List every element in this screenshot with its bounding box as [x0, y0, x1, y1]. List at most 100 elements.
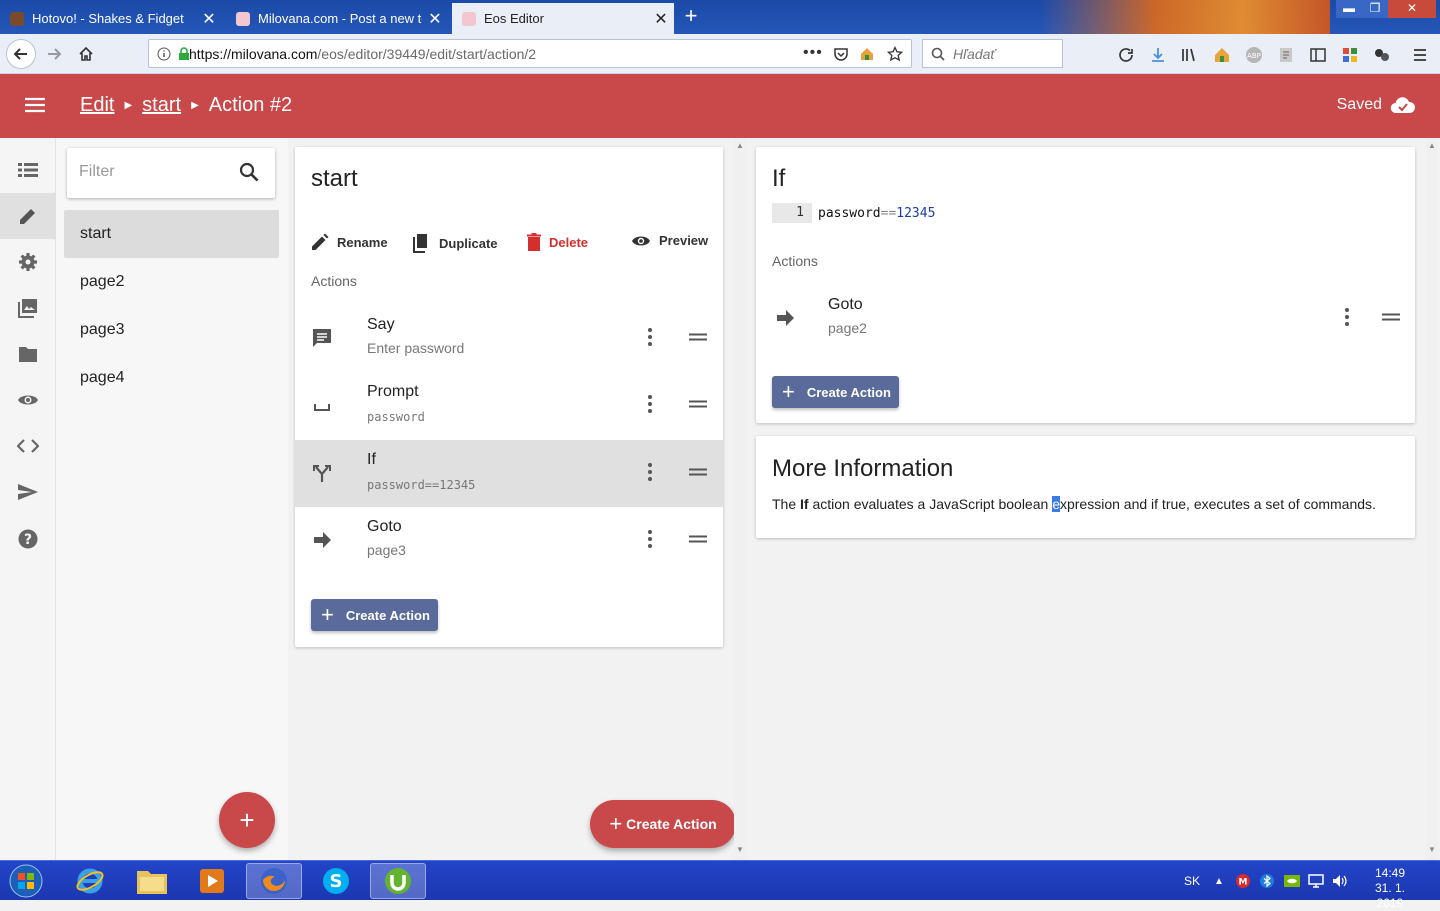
taskbar-file-explorer[interactable] [124, 863, 180, 899]
browser-tab-eos-editor[interactable]: Eos Editor ✕ [452, 3, 674, 34]
rail-settings-button[interactable] [0, 239, 56, 285]
restore-window-button[interactable]: ❐ [1362, 0, 1388, 18]
info-icon[interactable] [157, 47, 171, 61]
rail-pages-button[interactable] [0, 147, 56, 193]
lock-icon[interactable] [178, 47, 190, 61]
search-bar[interactable]: Hľadať [922, 39, 1063, 68]
new-tab-button[interactable]: + [680, 3, 702, 31]
breadcrumb-edit[interactable]: Edit [80, 94, 114, 117]
download-icon[interactable] [1149, 46, 1167, 64]
taskbar-internet-explorer[interactable] [62, 863, 118, 899]
taskbar-media-player[interactable] [184, 863, 240, 899]
page-list-item[interactable]: page3 [64, 306, 279, 354]
reader-icon[interactable] [1277, 46, 1295, 64]
middle-scrollbar[interactable]: ▲ ▼ [734, 138, 746, 860]
condition-code[interactable]: password==12345 [812, 206, 935, 221]
drag-handle-icon[interactable] [689, 333, 707, 341]
create-action-button[interactable]: + Create Action [772, 376, 899, 408]
action-row-say[interactable]: Say Enter password [295, 305, 723, 372]
adblock-icon[interactable]: ABP [1245, 46, 1263, 64]
drag-handle-icon[interactable] [689, 400, 707, 408]
duplicate-button[interactable]: Duplicate [413, 233, 498, 253]
search-icon[interactable] [239, 162, 259, 182]
taskbar-firefox[interactable] [246, 863, 302, 899]
shakes-favicon-icon [10, 11, 24, 26]
nvidia-tray-icon[interactable] [1284, 875, 1300, 887]
rename-button[interactable]: Rename [311, 233, 388, 251]
page-list-item[interactable]: start [64, 210, 279, 258]
page-actions-icon[interactable]: ••• [803, 44, 823, 62]
action-row-prompt[interactable]: Prompt password [295, 372, 723, 439]
action-name: Prompt [367, 383, 419, 400]
breadcrumb-start[interactable]: start [142, 94, 181, 117]
page-list-panel: start page2 page3 page4 [56, 138, 288, 860]
action-row-if[interactable]: If password==12345 [295, 440, 723, 507]
mail-tray-icon[interactable]: M [1236, 874, 1250, 888]
rail-files-button[interactable] [0, 331, 56, 377]
condition-editor[interactable]: 1 password==12345 [772, 203, 935, 223]
more-vert-icon[interactable] [647, 529, 653, 549]
close-window-button[interactable]: ✕ [1388, 0, 1436, 18]
more-vert-icon[interactable] [647, 462, 653, 482]
pencil-icon [20, 209, 35, 224]
action-row-goto[interactable]: Goto page2 [756, 285, 1415, 352]
taskbar-skype[interactable]: S [308, 863, 364, 899]
create-action-button[interactable]: + Create Action [311, 599, 438, 631]
rail-publish-button[interactable] [0, 469, 56, 515]
addon-home-icon[interactable] [859, 46, 875, 62]
language-indicator[interactable]: SK [1184, 861, 1200, 901]
network-tray-icon[interactable] [1308, 874, 1324, 888]
scroll-down-icon[interactable]: ▼ [734, 844, 746, 856]
url-bar[interactable]: https://milovana.com/eos/editor/39449/ed… [148, 39, 912, 68]
close-tab-icon[interactable]: ✕ [422, 9, 448, 29]
preview-button[interactable]: Preview [631, 233, 708, 248]
reload-icon[interactable] [1117, 46, 1135, 64]
home-button[interactable] [72, 40, 100, 68]
right-scrollbar[interactable]: ▲ ▼ [1426, 138, 1438, 860]
more-vert-icon[interactable] [647, 394, 653, 414]
volume-tray-icon[interactable] [1332, 874, 1348, 888]
rail-edit-button[interactable] [0, 193, 56, 239]
library-icon[interactable] [1180, 46, 1198, 64]
rail-code-button[interactable] [0, 423, 56, 469]
browser-tab-shakes[interactable]: Hotovo! - Shakes & Fidget ✕ [0, 3, 222, 34]
sidebar-icon[interactable] [1309, 46, 1327, 64]
bookmark-star-icon[interactable] [887, 46, 903, 62]
start-button[interactable] [4, 863, 48, 899]
taskbar-clock[interactable]: 14:49 31. 1. 2019 [1360, 866, 1420, 911]
browser-tab-milovana[interactable]: Milovana.com - Post a new top ✕ [226, 3, 448, 34]
rail-gallery-button[interactable] [0, 285, 56, 331]
hamburger-menu-icon[interactable] [24, 96, 46, 114]
close-tab-icon[interactable]: ✕ [648, 9, 674, 29]
forward-button[interactable] [40, 40, 68, 68]
drag-handle-icon[interactable] [689, 468, 707, 476]
cloud-done-icon [1390, 97, 1416, 114]
drag-handle-icon[interactable] [1382, 313, 1400, 321]
back-button[interactable] [6, 39, 36, 69]
pocket-icon[interactable] [833, 46, 849, 62]
addon-grid-icon[interactable] [1341, 46, 1359, 64]
menu-icon[interactable] [1411, 46, 1429, 64]
rail-preview-button[interactable] [0, 377, 56, 423]
filter-input[interactable] [79, 163, 229, 181]
taskbar-utorrent[interactable] [370, 863, 426, 899]
scroll-up-icon[interactable]: ▲ [1426, 140, 1438, 152]
rail-help-button[interactable]: ? [0, 516, 56, 562]
drag-handle-icon[interactable] [689, 535, 707, 543]
scroll-down-icon[interactable]: ▼ [1426, 844, 1438, 856]
page-list-item[interactable]: page4 [64, 354, 279, 402]
page-list-item[interactable]: page2 [64, 258, 279, 306]
action-row-goto[interactable]: Goto page3 [295, 507, 723, 574]
addon-extension-icon[interactable] [1373, 46, 1391, 64]
delete-button[interactable]: Delete [527, 233, 588, 251]
tray-expand-icon[interactable]: ▲ [1214, 861, 1224, 901]
close-tab-icon[interactable]: ✕ [196, 9, 222, 29]
more-vert-icon[interactable] [647, 327, 653, 347]
add-page-button[interactable]: + [219, 792, 275, 848]
create-action-fab[interactable]: + Create Action [590, 800, 736, 848]
more-vert-icon[interactable] [1344, 307, 1350, 327]
addon-home-icon[interactable] [1213, 46, 1231, 64]
bluetooth-tray-icon[interactable] [1260, 874, 1274, 888]
scroll-up-icon[interactable]: ▲ [734, 140, 746, 152]
minimize-window-button[interactable]: ▬ [1336, 0, 1362, 18]
